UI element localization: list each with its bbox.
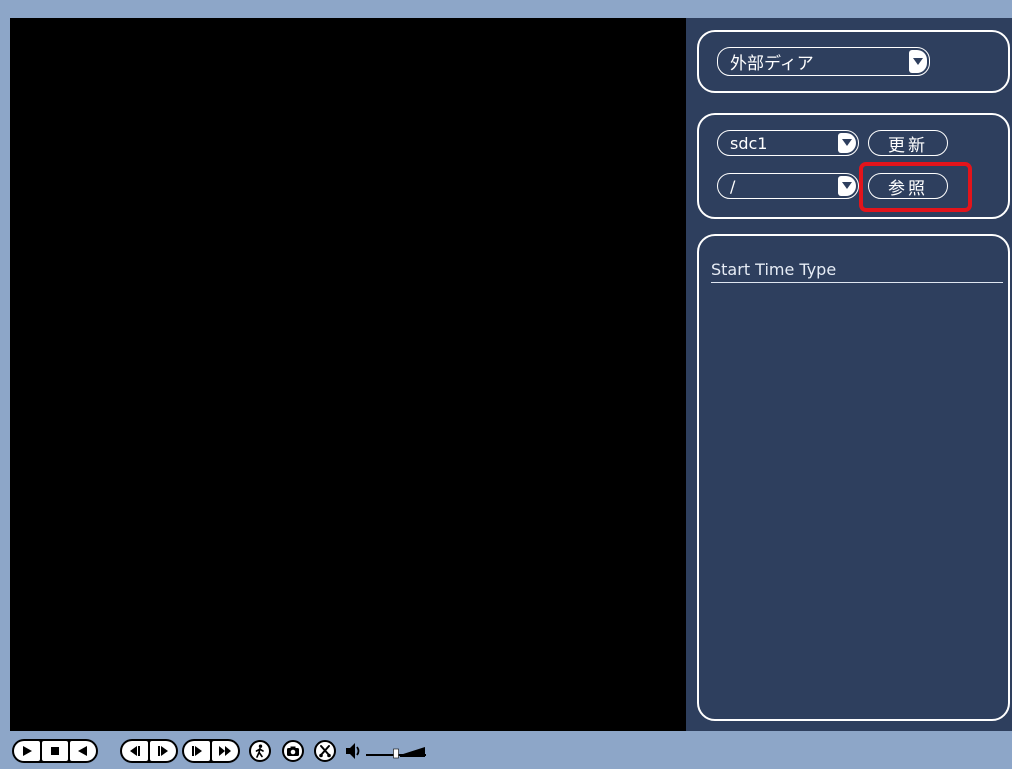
play-icon: [23, 746, 32, 756]
smart-search-button[interactable]: [249, 740, 271, 762]
path-select[interactable]: /: [717, 173, 859, 199]
volume-slider-graphic: [366, 747, 426, 759]
video-display: [10, 18, 686, 731]
volume-level-wedge: [400, 747, 425, 757]
frame-step-group: [120, 739, 178, 763]
next-frame-icon: [158, 746, 168, 756]
fast-play-icon: [219, 746, 231, 756]
speed-control-group: [182, 739, 240, 763]
stop-icon: [51, 747, 59, 755]
fast-play-button[interactable]: [212, 741, 238, 761]
play-button[interactable]: [14, 741, 40, 761]
disk-path-section: sdc1 更新 / 参照: [697, 113, 1010, 219]
chevron-down-icon[interactable]: [838, 176, 856, 196]
refresh-button[interactable]: 更新: [868, 130, 948, 156]
previous-frame-button[interactable]: [122, 741, 148, 761]
speaker-icon: [346, 743, 360, 759]
snapshot-button[interactable]: [282, 740, 304, 762]
file-list-header-divider: [711, 282, 1003, 283]
volume-slider[interactable]: [366, 740, 426, 766]
clip-icon: [319, 745, 331, 758]
previous-frame-icon: [130, 746, 140, 756]
device-select-value: 外部ディア: [730, 54, 814, 74]
clip-button[interactable]: [314, 740, 336, 762]
volume-knob[interactable]: [393, 748, 399, 759]
storage-device-section: 外部ディア: [697, 30, 1010, 93]
reverse-play-icon: [78, 746, 87, 756]
next-frame-button[interactable]: [150, 741, 176, 761]
stop-button[interactable]: [42, 741, 68, 761]
file-list-section: Start Time Type: [697, 234, 1010, 721]
reverse-play-button[interactable]: [70, 741, 96, 761]
file-list-header: Start Time Type: [711, 260, 837, 279]
playback-sidebar: 外部ディア sdc1 更新 / 参照 Start Time Type: [686, 18, 1012, 731]
disk-select[interactable]: sdc1: [717, 130, 859, 156]
snapshot-icon: [287, 746, 299, 756]
chevron-down-icon[interactable]: [838, 133, 856, 153]
smart-search-icon: [255, 744, 264, 758]
highlight-annotation: [859, 162, 972, 212]
device-select[interactable]: 外部ディア: [717, 47, 930, 76]
slow-play-button[interactable]: [184, 741, 210, 761]
slow-play-icon: [192, 746, 202, 756]
volume-button[interactable]: [344, 740, 364, 766]
chevron-down-icon[interactable]: [909, 50, 927, 73]
disk-select-value: sdc1: [730, 133, 768, 153]
path-select-value: /: [730, 176, 736, 196]
playback-control-group: [12, 739, 98, 763]
